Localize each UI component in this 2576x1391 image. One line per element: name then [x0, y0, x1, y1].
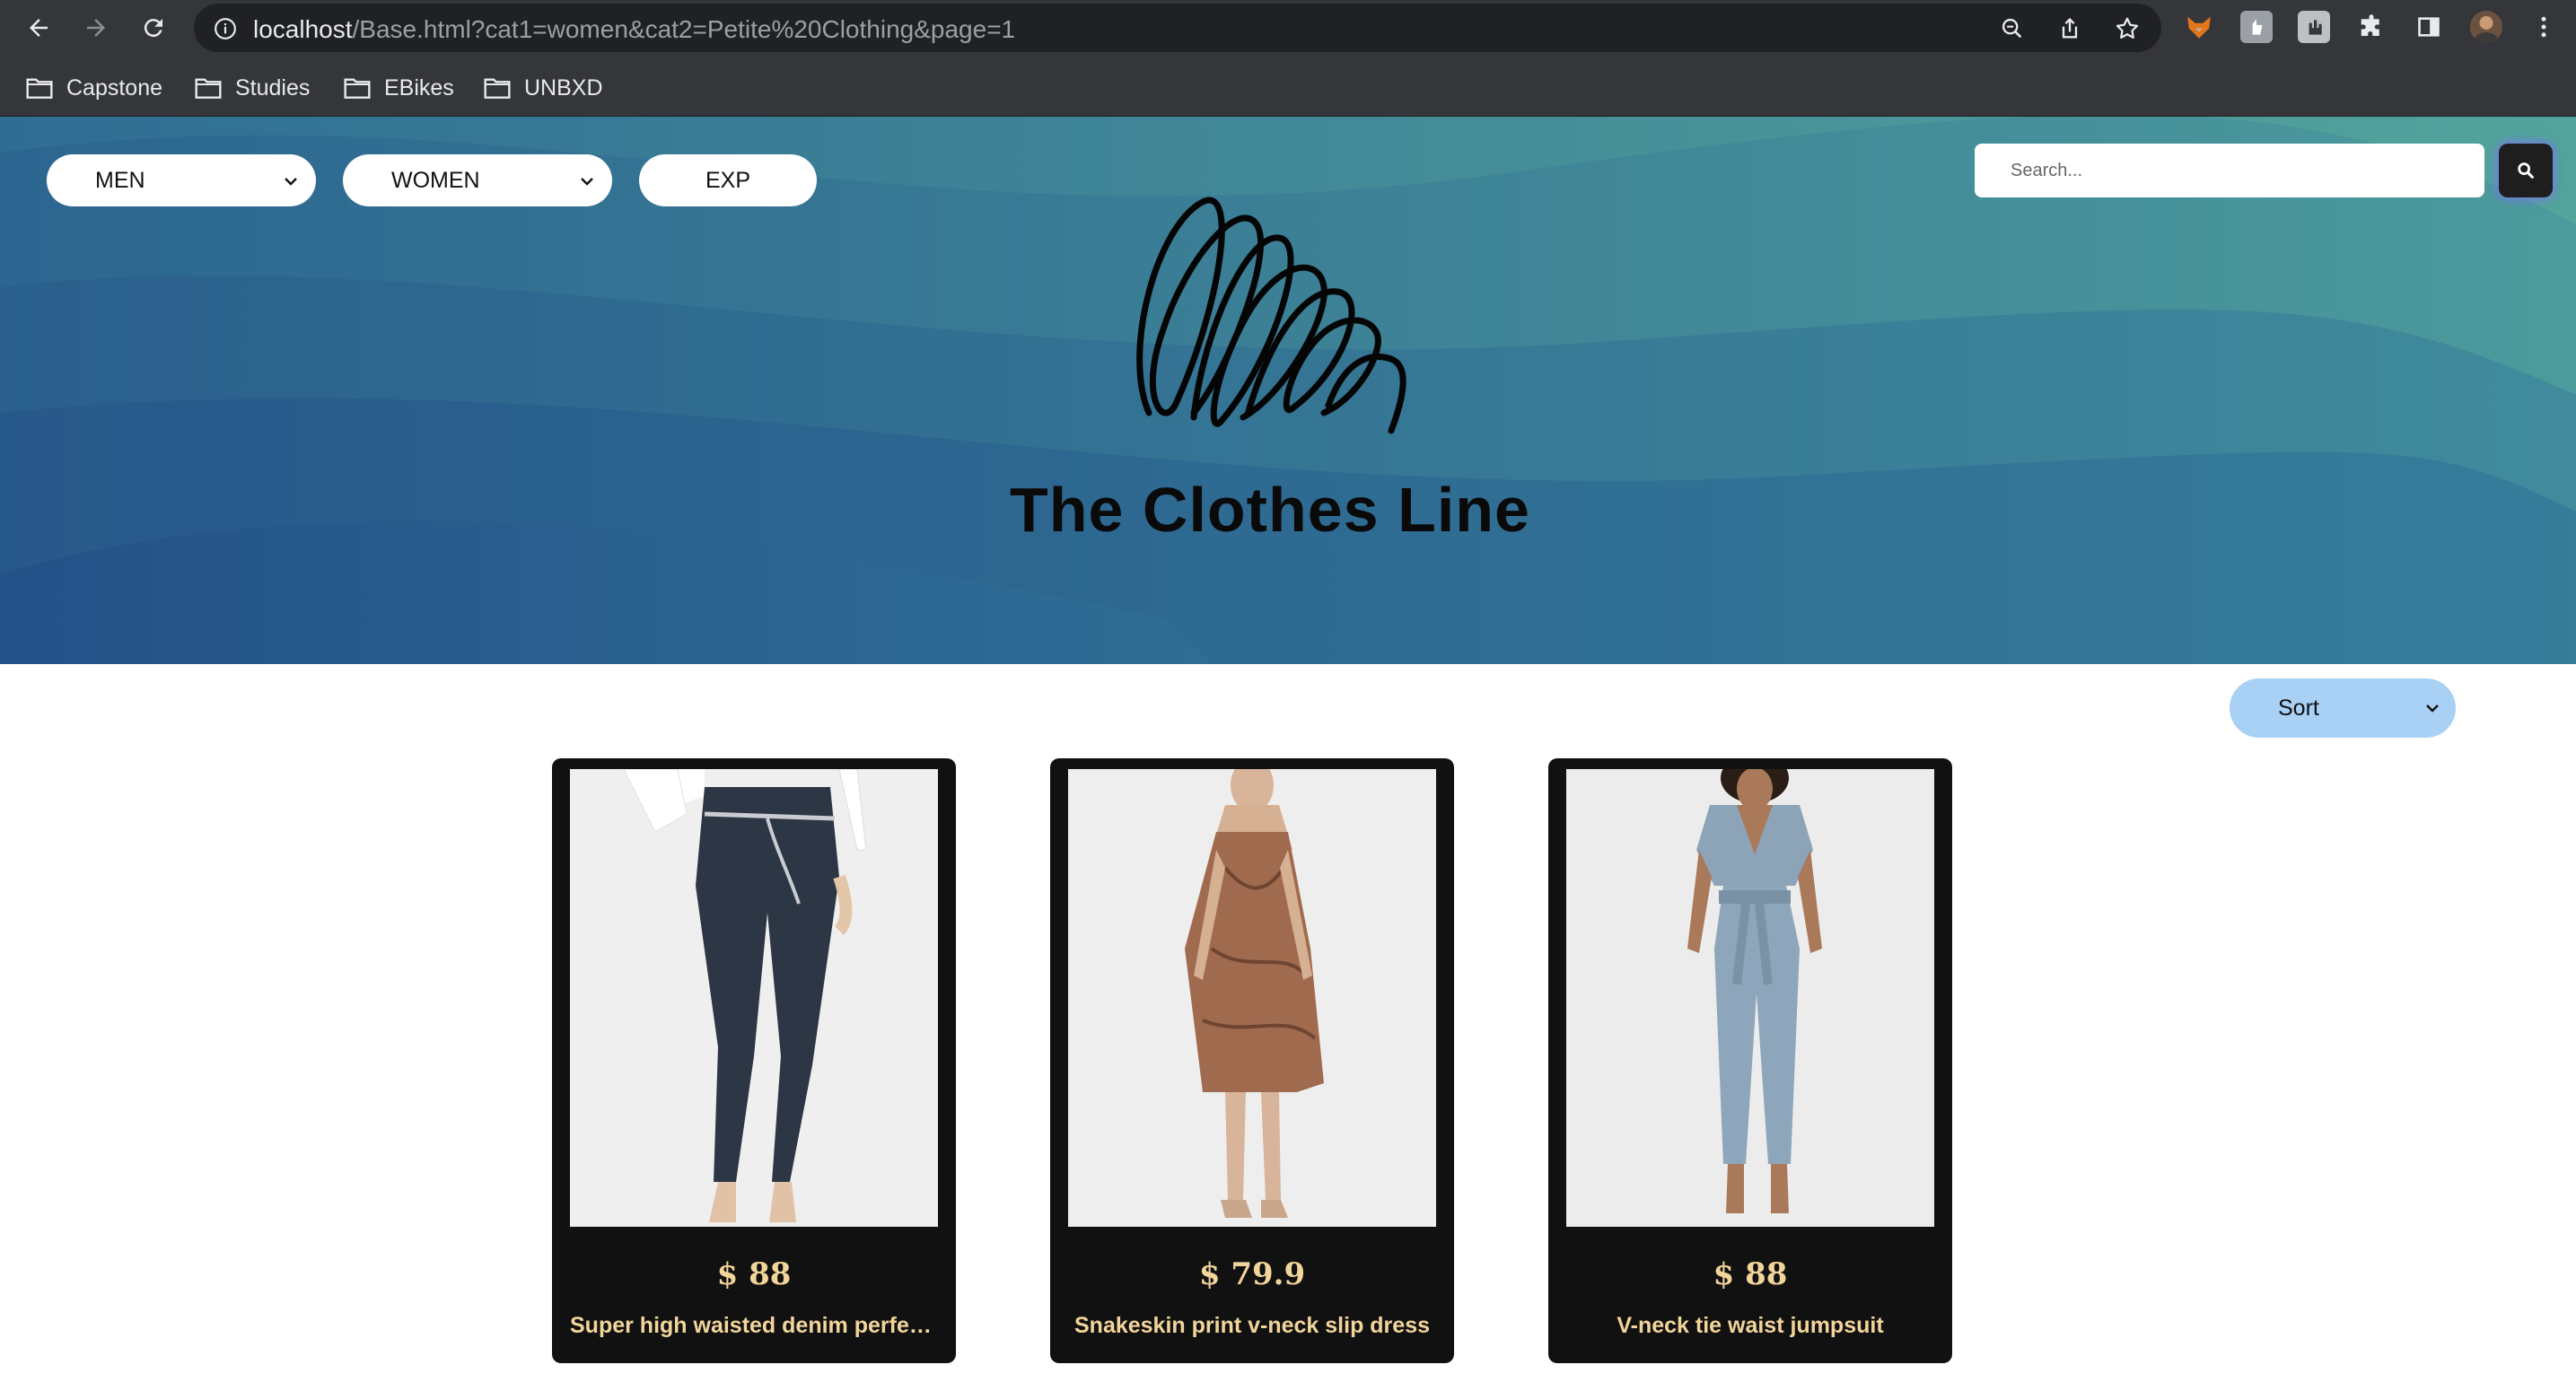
browser-chrome: localhost/Base.html?cat1=women&cat2=Peti…: [0, 0, 2576, 117]
product-price: $ 79.9: [1198, 1256, 1306, 1292]
sidebar-toggle-icon[interactable]: [2413, 11, 2445, 43]
brand-logo-scribble: [1136, 197, 1406, 434]
puzzle-extensions-icon[interactable]: [2355, 11, 2388, 43]
product-image-jumpsuit[interactable]: [1566, 769, 1934, 1227]
bookmark-capstone[interactable]: Capstone: [25, 72, 162, 104]
sort-label: Sort: [2278, 695, 2319, 721]
bookmark-label: EBikes: [384, 74, 454, 101]
men-dropdown-label: MEN: [95, 167, 145, 193]
product-price: $ 88: [716, 1256, 792, 1292]
bookmark-label: Capstone: [66, 74, 163, 101]
hero-header: MEN WOMEN EXP The Clothes Line: [0, 117, 2576, 664]
reload-button[interactable]: [135, 9, 172, 47]
search-input[interactable]: [1975, 144, 2484, 197]
chevron-down-icon: [2426, 704, 2439, 713]
exp-button[interactable]: EXP: [639, 154, 817, 206]
url-host: localhost: [253, 15, 353, 43]
brand-title: The Clothes Line: [1010, 475, 1530, 545]
back-button[interactable]: [20, 9, 57, 47]
star-icon[interactable]: [2113, 14, 2142, 43]
bookmark-unbxd[interactable]: UNBXD: [483, 72, 603, 104]
arrow-right-icon: [87, 19, 105, 37]
women-dropdown-label: WOMEN: [391, 167, 480, 193]
jumpsuit-photo: [1566, 769, 1934, 1227]
info-icon[interactable]: [214, 17, 237, 40]
product-name[interactable]: V-neck tie waist jumpsuit: [1566, 1313, 1934, 1339]
product-name[interactable]: Snakeskin print v-neck slip dress: [1068, 1313, 1436, 1339]
product-name[interactable]: Super high waisted denim perfec...: [570, 1313, 938, 1339]
search-button[interactable]: [2499, 144, 2553, 197]
fox-extension-icon[interactable]: [2183, 11, 2215, 43]
product-card[interactable]: $ 79.9 Snakeskin print v-neck slip dress: [1050, 758, 1454, 1363]
chevron-down-icon: [285, 178, 297, 186]
zoom-icon[interactable]: [1998, 14, 2027, 43]
sort-dropdown[interactable]: Sort: [2230, 678, 2456, 738]
product-card[interactable]: $ 88 Super high waisted denim perfec...: [552, 758, 956, 1363]
product-price: $ 88: [1713, 1256, 1788, 1292]
dress-photo: [1068, 769, 1436, 1227]
reload-icon: [144, 19, 162, 38]
product-image-dress[interactable]: [1068, 769, 1436, 1227]
url-text: localhost/Base.html?cat1=women&cat2=Peti…: [253, 15, 1015, 44]
search-icon: [2518, 162, 2534, 179]
product-card[interactable]: $ 88 V-neck tie waist jumpsuit: [1548, 758, 1952, 1363]
url-path: /Base.html?cat1=women&cat2=Petite%20Clot…: [352, 15, 1016, 43]
browser-toolbar: localhost/Base.html?cat1=women&cat2=Peti…: [0, 0, 2576, 56]
bookmark-ebikes[interactable]: EBikes: [343, 72, 454, 104]
bookmark-label: UNBXD: [524, 74, 603, 101]
women-dropdown[interactable]: WOMEN: [343, 154, 612, 206]
forward-button[interactable]: [77, 9, 115, 47]
address-bar[interactable]: localhost/Base.html?cat1=women&cat2=Peti…: [194, 4, 2161, 52]
grab-extension-icon[interactable]: [2298, 11, 2330, 43]
folder-icon: [26, 78, 53, 99]
hand-extension-icon[interactable]: [2240, 11, 2273, 43]
bookmark-label: Studies: [235, 74, 311, 101]
men-dropdown[interactable]: MEN: [47, 154, 316, 206]
avatar[interactable]: [2470, 11, 2502, 43]
bookmark-studies[interactable]: Studies: [194, 72, 310, 104]
product-image-jeans[interactable]: [570, 769, 938, 1227]
arrow-left-icon: [30, 19, 48, 37]
bookmarks-bar: Capstone Studies EBikes UNBXD: [0, 63, 2576, 113]
more-menu-icon[interactable]: [2528, 11, 2560, 43]
folder-icon: [195, 78, 222, 99]
chevron-down-icon: [581, 178, 593, 186]
share-icon[interactable]: [2055, 14, 2084, 43]
folder-icon: [484, 78, 511, 99]
folder-icon: [344, 78, 371, 99]
jeans-photo: [570, 769, 938, 1227]
